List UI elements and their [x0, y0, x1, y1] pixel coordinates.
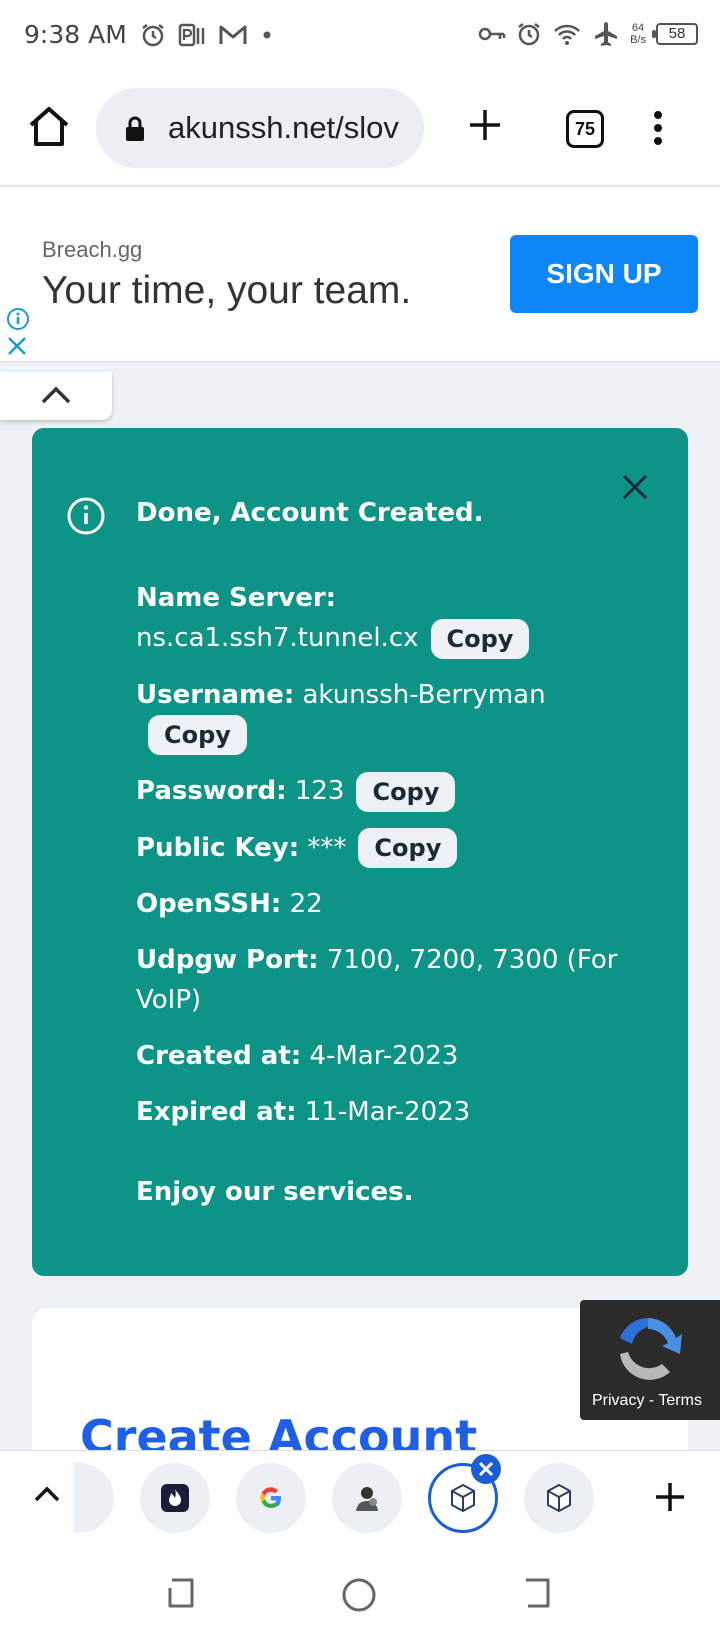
account-details: Name Server: ns.ca1.ssh7.tunnel.cx Copy Us…: [136, 578, 656, 1212]
alarm-icon: [142, 24, 164, 47]
gmail-icon: [219, 25, 247, 44]
vpn-key-icon: [478, 27, 506, 41]
name-server-value: ns.ca1.ssh7.tunnel.cx: [136, 623, 419, 653]
udpgw-row: Udpgw Port: 7100, 7200, 7300 (For VoIP): [136, 940, 656, 1020]
ad-signup-button[interactable]: SIGN UP: [510, 235, 698, 313]
tab-cube[interactable]: [524, 1463, 594, 1533]
fire-icon: [161, 1484, 189, 1512]
ad-close-icon[interactable]: [6, 335, 28, 357]
cube-icon: [547, 1483, 571, 1513]
dot-icon: [263, 31, 271, 39]
alert-footer: Enjoy our services.: [136, 1177, 414, 1207]
created-row: Created at: 4-Mar-2023: [136, 1036, 656, 1076]
name-server-label: Name Server:: [136, 583, 337, 613]
chevron-up-icon[interactable]: [34, 1485, 60, 1503]
home-nav-icon[interactable]: [340, 1576, 378, 1614]
ad-info-icon[interactable]: [6, 307, 30, 331]
created-value: 4-Mar-2023: [309, 1041, 459, 1071]
expired-row: Expired at: 11-Mar-2023: [136, 1092, 656, 1132]
tab-google[interactable]: [236, 1463, 306, 1533]
public-key-label: Public Key:: [136, 832, 300, 863]
openssh-label: OpenSSH:: [136, 889, 282, 919]
tab-firebase[interactable]: [140, 1463, 210, 1533]
chevron-up-icon: [41, 386, 71, 404]
battery-indicator: 58: [652, 23, 698, 45]
status-bar: 9:38 AM 64 B/s 58: [0, 0, 720, 74]
system-nav-bar: [0, 1546, 720, 1640]
ad-brand: Breach.gg: [42, 237, 143, 262]
net-speed: 64 B/s: [630, 22, 646, 46]
alarm-icon-right: [518, 23, 540, 46]
url-text: akunssh.net/slov: [168, 110, 399, 145]
username-label: Username:: [136, 679, 295, 710]
tab-person[interactable]: [332, 1463, 402, 1533]
browser-toolbar: akunssh.net/slov 75: [0, 74, 720, 184]
avatar-icon: [356, 1487, 378, 1511]
home-icon[interactable]: [26, 104, 72, 150]
recaptcha-badge[interactable]: Privacy - Terms: [580, 1300, 720, 1420]
more-menu-icon[interactable]: [652, 110, 664, 146]
copy-public-key-button[interactable]: Copy: [358, 828, 458, 868]
address-bar[interactable]: akunssh.net/slov: [96, 88, 424, 168]
recaptcha-links[interactable]: Privacy - Terms: [592, 1392, 702, 1410]
expired-value: 11-Mar-2023: [304, 1097, 471, 1127]
username-row: Username: akunssh-Berryman Copy: [136, 675, 656, 755]
ad-banner[interactable]: Breach.gg Your time, your team. SIGN UP: [0, 186, 720, 362]
tab-strip: [0, 1450, 720, 1546]
openssh-row: OpenSSH: 22: [136, 884, 656, 924]
airplane-icon: [595, 22, 618, 46]
ad-collapse-button[interactable]: [0, 372, 112, 420]
copy-password-button[interactable]: Copy: [356, 771, 456, 812]
close-icon: [478, 1461, 494, 1477]
back-icon[interactable]: [520, 1576, 556, 1610]
name-server-row: Name Server: ns.ca1.ssh7.tunnel.cx Copy: [136, 578, 656, 659]
copy-username-button[interactable]: Copy: [148, 715, 247, 755]
public-key-row: Public Key: *** Copy: [136, 828, 656, 868]
tab-switcher-button[interactable]: 75: [566, 110, 604, 148]
copy-name-server-button[interactable]: Copy: [430, 618, 530, 659]
openssh-value: 22: [289, 889, 323, 919]
public-key-value: ***: [307, 832, 347, 863]
alert-title: Done, Account Created.: [136, 498, 484, 528]
info-icon: [67, 497, 105, 535]
add-tab-icon[interactable]: [654, 1481, 686, 1513]
wifi-icon: [554, 24, 580, 45]
expired-label: Expired at:: [136, 1097, 297, 1127]
recaptcha-icon: [620, 1318, 682, 1380]
lock-icon: [126, 116, 144, 141]
recents-icon[interactable]: [162, 1576, 198, 1610]
close-icon[interactable]: [622, 474, 648, 500]
cube-icon: [451, 1483, 475, 1513]
created-label: Created at:: [136, 1041, 302, 1071]
new-tab-plus-icon[interactable]: [468, 108, 502, 142]
close-tab-button[interactable]: [471, 1454, 501, 1484]
google-icon: [260, 1487, 281, 1509]
username-value: akunssh-Berryman: [302, 679, 546, 710]
password-row: Password: 123 Copy: [136, 771, 656, 812]
account-created-alert: Done, Account Created. Name Server: ns.ca…: [32, 428, 688, 1276]
status-time: 9:38 AM: [24, 20, 127, 49]
ad-headline: Your time, your team.: [42, 269, 412, 312]
parking-icon: [178, 23, 205, 47]
udpgw-label: Udpgw Port:: [136, 945, 319, 975]
tab-active[interactable]: [428, 1454, 501, 1533]
password-label: Password:: [136, 776, 287, 806]
password-value: 123: [294, 776, 345, 806]
tab-partial[interactable]: [74, 1463, 114, 1533]
